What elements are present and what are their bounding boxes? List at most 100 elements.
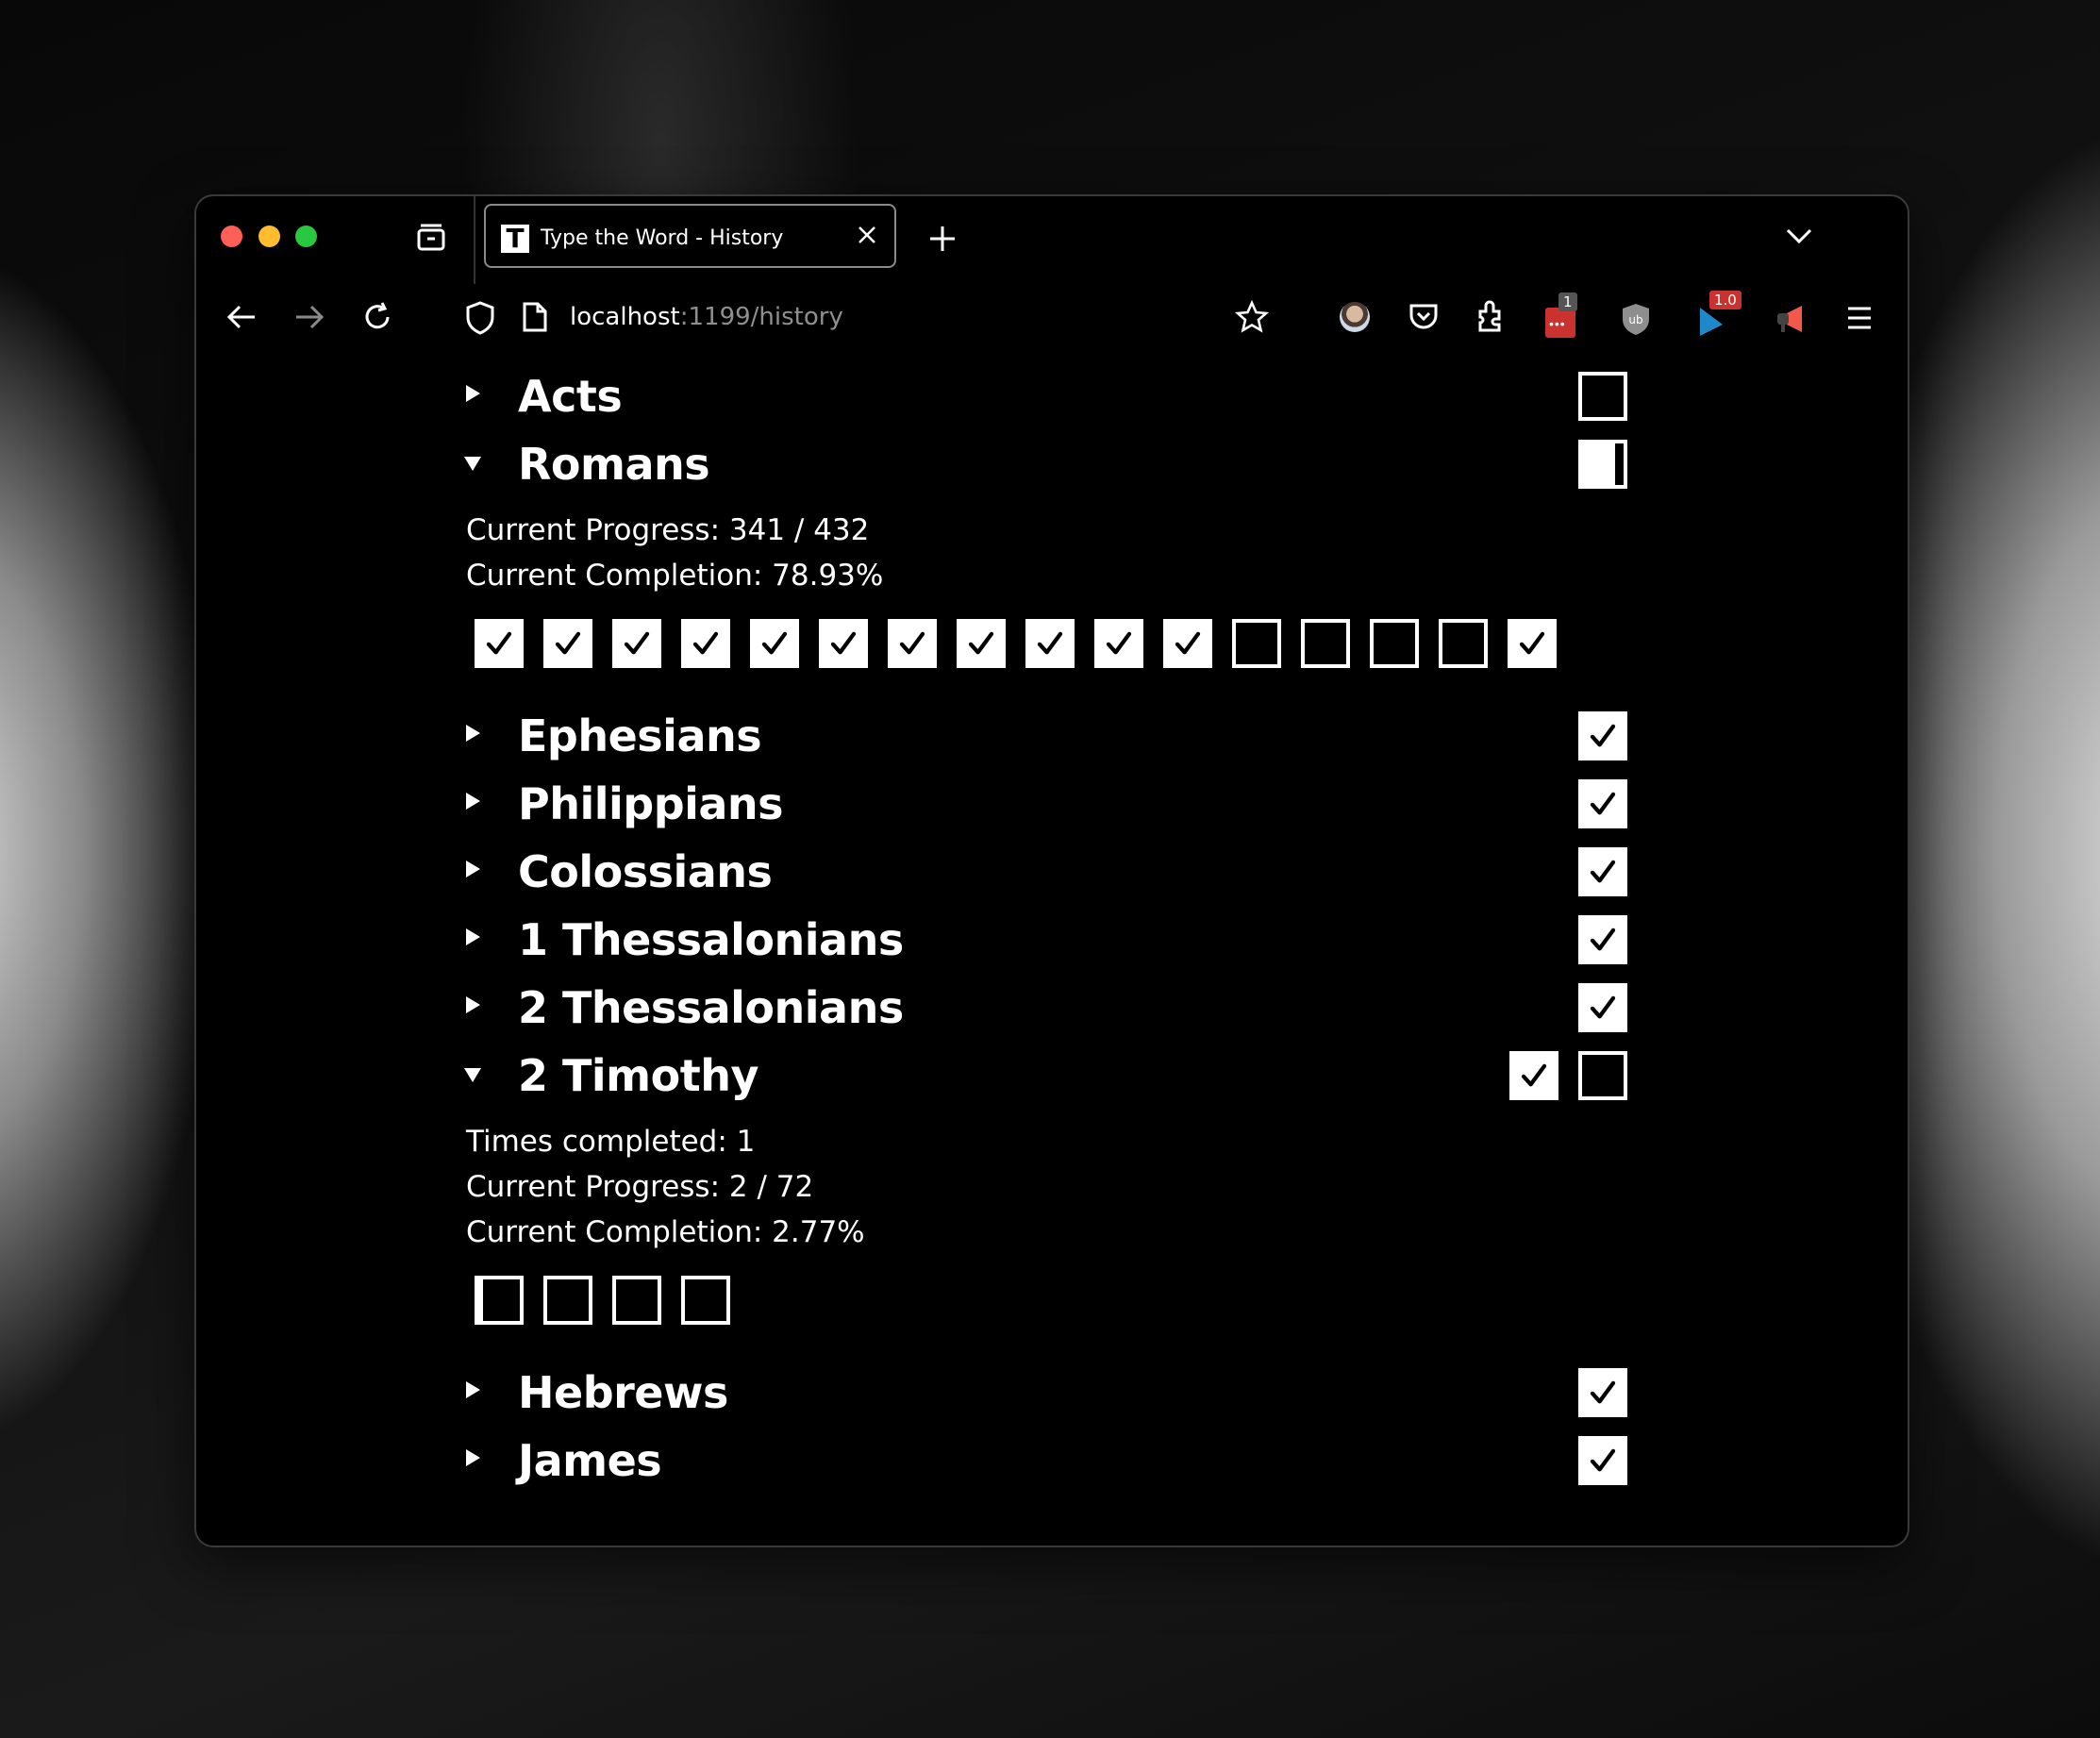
megaphone-icon[interactable] <box>1774 302 1808 341</box>
chapter-box[interactable] <box>475 1276 524 1325</box>
book-title[interactable]: Ephesians <box>518 702 762 770</box>
book-completion-box[interactable] <box>1578 983 1627 1032</box>
extensions-puzzle-icon[interactable] <box>1475 298 1507 339</box>
book-completion-box[interactable] <box>1578 847 1627 896</box>
chapter-box[interactable] <box>1370 619 1419 668</box>
chapter-box[interactable] <box>1508 619 1557 668</box>
book-completion-box[interactable] <box>1578 779 1627 828</box>
book-title[interactable]: 2 Thessalonians <box>518 974 904 1042</box>
chapter-box[interactable] <box>1232 619 1281 668</box>
chapter-box[interactable] <box>1094 619 1143 668</box>
book-title[interactable]: Colossians <box>518 838 773 906</box>
chapter-box[interactable] <box>475 619 524 668</box>
chapter-box[interactable] <box>1025 619 1075 668</box>
chapter-box[interactable] <box>1301 619 1350 668</box>
book-row[interactable]: Romans <box>196 430 1908 498</box>
book-row[interactable]: 2 Timothy <box>196 1042 1908 1110</box>
lastpass-badge: 1 <box>1558 292 1577 311</box>
menu-hamburger-icon[interactable] <box>1845 306 1874 335</box>
book-title[interactable]: Philippians <box>518 770 784 838</box>
book-row[interactable]: 2 Thessalonians <box>196 974 1908 1042</box>
book-title[interactable]: Hebrews <box>518 1359 728 1427</box>
chapter-box[interactable] <box>1163 619 1212 668</box>
book-row[interactable]: 1 Thessalonians <box>196 906 1908 974</box>
chapter-box[interactable] <box>681 619 730 668</box>
url-path: :1199/history <box>679 303 843 331</box>
collapse-triangle-icon[interactable] <box>464 457 481 471</box>
book-title[interactable]: James <box>518 1427 662 1495</box>
book-detail-text: Current Progress: 2 / 72 <box>466 1170 814 1204</box>
chapter-box[interactable] <box>612 1276 661 1325</box>
collapse-triangle-icon[interactable] <box>464 1068 481 1082</box>
bookmark-star-icon[interactable] <box>1234 299 1270 339</box>
book-completion-box[interactable] <box>1578 1051 1627 1100</box>
progress-fill <box>1582 443 1615 485</box>
expand-triangle-icon[interactable] <box>466 928 480 945</box>
book-detail-text: Current Progress: 341 / 432 <box>466 513 870 547</box>
reload-icon[interactable] <box>360 300 394 339</box>
progress-fill <box>478 1279 484 1321</box>
pocket-icon[interactable] <box>1408 300 1440 337</box>
chapter-box[interactable] <box>612 619 661 668</box>
book-detail-text: Current Completion: 2.77% <box>466 1215 865 1249</box>
expand-triangle-icon[interactable] <box>466 861 480 877</box>
book-title[interactable]: Romans <box>518 430 710 498</box>
book-detail-text: Times completed: 1 <box>466 1125 756 1159</box>
tab-tray-icon[interactable] <box>415 221 447 258</box>
expand-triangle-icon[interactable] <box>466 725 480 742</box>
maximize-window-button[interactable] <box>295 226 317 247</box>
book-completion-box[interactable] <box>1578 711 1627 760</box>
expand-triangle-icon[interactable] <box>466 1449 480 1466</box>
extension-blue-flag-icon[interactable]: 1.0 <box>1698 291 1742 343</box>
close-window-button[interactable] <box>221 226 242 247</box>
book-row[interactable]: Ephesians <box>196 702 1908 770</box>
expand-triangle-icon[interactable] <box>466 1381 480 1398</box>
book-completion-box[interactable] <box>1578 915 1627 964</box>
tab-favicon-icon: T <box>501 225 529 253</box>
book-row[interactable]: Hebrews <box>196 1359 1908 1427</box>
lastpass-icon[interactable]: ••• 1 <box>1545 292 1577 338</box>
book-completion-box[interactable] <box>1578 372 1627 421</box>
chapter-box[interactable] <box>543 619 592 668</box>
new-tab-icon[interactable] <box>928 225 957 258</box>
minimize-window-button[interactable] <box>258 226 280 247</box>
list-tabs-chevron-down-icon[interactable] <box>1785 226 1813 250</box>
tab-title: Type the Word - History <box>541 226 784 250</box>
ublock-icon[interactable]: ub <box>1621 302 1651 341</box>
book-row[interactable]: Acts <box>196 362 1908 430</box>
url-host: localhost <box>570 303 680 331</box>
book-title[interactable]: Acts <box>518 362 623 430</box>
chapter-box[interactable] <box>957 619 1006 668</box>
book-title[interactable]: 1 Thessalonians <box>518 906 904 974</box>
book-completion-box[interactable] <box>1578 1368 1627 1417</box>
url-bar[interactable]: localhost:1199/history <box>570 300 843 334</box>
book-completion-box[interactable] <box>1509 1051 1558 1100</box>
chapter-box[interactable] <box>750 619 799 668</box>
profile-avatar-icon[interactable] <box>1340 302 1370 332</box>
shield-icon[interactable] <box>464 300 496 341</box>
tab-close-icon[interactable] <box>857 221 877 253</box>
chapter-box[interactable] <box>543 1276 592 1325</box>
expand-triangle-icon[interactable] <box>466 996 480 1013</box>
tab-separator <box>474 196 475 284</box>
forward-icon[interactable] <box>292 300 326 339</box>
browser-window: T Type the Word - History localhost:1199… <box>194 194 1909 1547</box>
extension-badge: 1.0 <box>1709 291 1742 309</box>
chapter-box[interactable] <box>819 619 868 668</box>
book-row[interactable]: James <box>196 1427 1908 1495</box>
expand-triangle-icon[interactable] <box>466 793 480 810</box>
expand-triangle-icon[interactable] <box>466 385 480 402</box>
book-completion-box[interactable] <box>1578 440 1627 489</box>
back-icon[interactable] <box>225 300 258 339</box>
tab-active[interactable]: T Type the Word - History <box>484 204 896 268</box>
book-row[interactable]: Philippians <box>196 770 1908 838</box>
chapter-box[interactable] <box>681 1276 730 1325</box>
book-detail-text: Current Completion: 78.93% <box>466 559 884 593</box>
book-title[interactable]: 2 Timothy <box>518 1042 758 1110</box>
book-completion-box[interactable] <box>1578 1436 1627 1485</box>
page-icon[interactable] <box>521 300 549 339</box>
svg-text:ub: ub <box>1628 313 1642 326</box>
chapter-box[interactable] <box>1439 619 1488 668</box>
book-row[interactable]: Colossians <box>196 838 1908 906</box>
chapter-box[interactable] <box>888 619 937 668</box>
